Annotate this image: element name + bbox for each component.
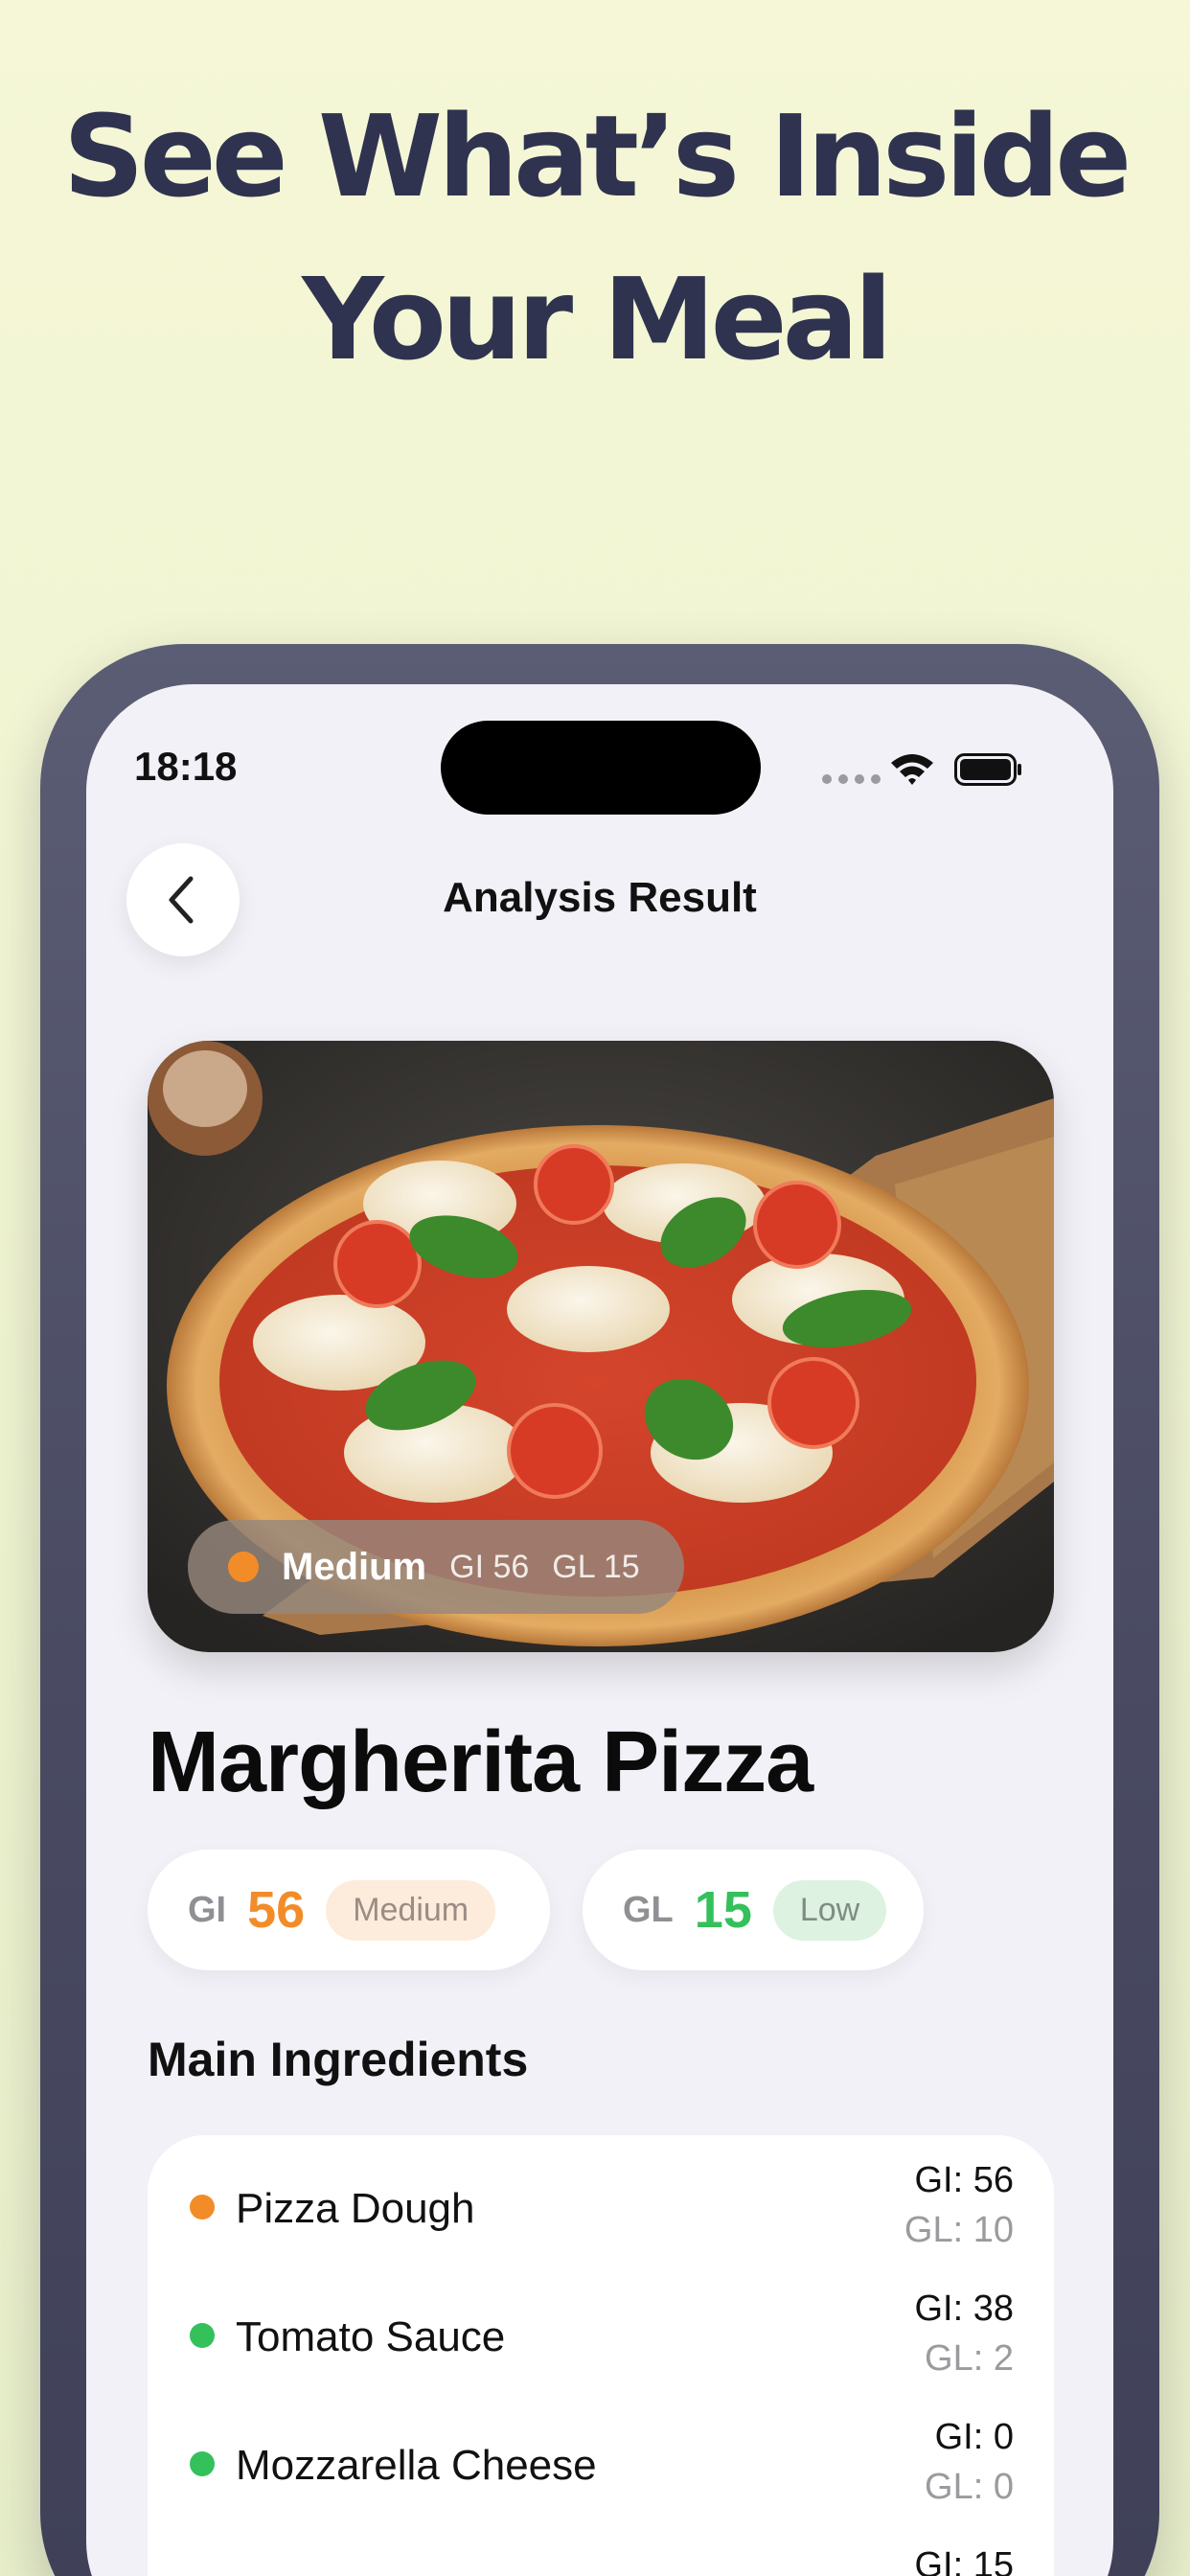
status-time: 18:18 bbox=[134, 744, 238, 789]
marketing-headline: See What’s Inside Your Meal bbox=[0, 75, 1190, 401]
gi-level-label: Medium bbox=[282, 1545, 427, 1588]
ingredients-card: Pizza Dough GI: 56 GL: 10 Tomato Sauce G… bbox=[148, 2135, 1054, 2576]
ingredient-gl: GL: 10 bbox=[904, 2210, 1014, 2250]
gl-pill-tag: Low bbox=[772, 1879, 887, 1941]
ingredient-gi: GI: 38 bbox=[914, 2288, 1015, 2329]
list-item[interactable]: Tomato Sauce GI: 38 GL: 2 bbox=[148, 2273, 1054, 2402]
ingredient-gl: GL: 0 bbox=[925, 2467, 1014, 2507]
gi-pill-label: GI bbox=[188, 1889, 227, 1930]
gl-pill: GL 15 Low bbox=[583, 1850, 924, 1970]
page-title: Analysis Result bbox=[443, 874, 757, 921]
battery-icon bbox=[954, 753, 1021, 786]
dish-title: Margherita Pizza bbox=[148, 1714, 813, 1810]
gi-summary-badge: Medium GI 56 GL 15 bbox=[188, 1520, 684, 1614]
ingredient-gi: GI: 15 bbox=[914, 2545, 1015, 2576]
ingredient-name: Tomato Sauce bbox=[236, 2313, 506, 2360]
ingredient-gi: GI: 0 bbox=[934, 2417, 1014, 2457]
ingredient-gl: GL: 2 bbox=[925, 2338, 1014, 2379]
gi-pill-tag: Medium bbox=[326, 1879, 496, 1941]
gl-pill-label: GL bbox=[623, 1889, 674, 1930]
list-item[interactable]: Mozzarella Cheese GI: 0 GL: 0 bbox=[148, 2402, 1054, 2530]
headline-line-1: See What’s Inside bbox=[62, 90, 1133, 222]
dynamic-island bbox=[441, 721, 761, 815]
gi-pill-value: 56 bbox=[247, 1881, 306, 1939]
cellular-signal-icon bbox=[822, 774, 881, 784]
food-image-card: Medium GI 56 GL 15 bbox=[148, 1041, 1054, 1652]
ingredient-name: Mozzarella Cheese bbox=[236, 2442, 597, 2489]
gl-pill-value: 15 bbox=[694, 1881, 752, 1939]
ingredient-name: Pizza Dough bbox=[236, 2185, 475, 2232]
wifi-icon bbox=[891, 754, 933, 785]
section-title: Main Ingredients bbox=[148, 2033, 529, 2086]
gi-level-dot bbox=[228, 1552, 259, 1582]
ingredient-gi: GI: 56 bbox=[914, 2160, 1015, 2200]
list-item[interactable]: Pizza Dough GI: 56 GL: 10 bbox=[148, 2145, 1054, 2273]
gl-overlay-value: GL 15 bbox=[552, 1548, 640, 1585]
gi-pill: GI 56 Medium bbox=[148, 1850, 550, 1970]
list-item[interactable]: GI: 15 bbox=[148, 2530, 1054, 2576]
ingredient-dot bbox=[190, 2451, 215, 2476]
headline-line-2: Your Meal bbox=[302, 253, 893, 385]
ingredient-dot bbox=[190, 2195, 215, 2220]
ingredient-dot bbox=[190, 2323, 215, 2348]
gi-overlay-value: GI 56 bbox=[449, 1548, 530, 1585]
